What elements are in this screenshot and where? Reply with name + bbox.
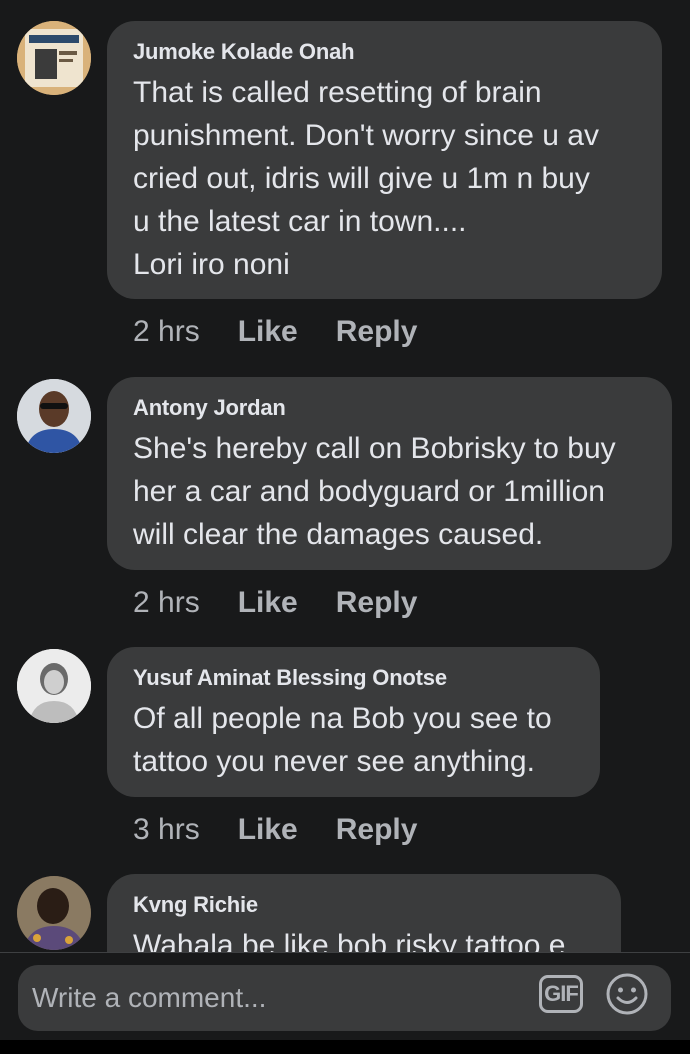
comment-text: Wahala be like bob risky tattoo e bbox=[133, 924, 595, 952]
comment-line: will clear the damages caused. bbox=[133, 518, 544, 551]
comment-line: Lori iro noni bbox=[133, 248, 290, 281]
comment-line: She's hereby call on Bobrisky to buy bbox=[133, 432, 616, 465]
avatar[interactable] bbox=[17, 379, 91, 453]
reply-button[interactable]: Reply bbox=[336, 585, 418, 621]
avatar-image bbox=[17, 21, 91, 95]
comment-time[interactable]: 3 hrs bbox=[133, 812, 200, 848]
comment-bubble[interactable]: Antony Jordan She's hereby call on Bobri… bbox=[107, 377, 672, 570]
comment-bubble[interactable]: Kvng Richie Wahala be like bob risky tat… bbox=[107, 874, 621, 952]
comment-bubble[interactable]: Yusuf Aminat Blessing Onotse Of all peop… bbox=[107, 647, 600, 797]
comment-text: Of all people na Bob you see to tattoo y… bbox=[133, 697, 574, 783]
comment-actions: 2 hrs Like Reply bbox=[133, 314, 417, 350]
comment-actions: 2 hrs Like Reply bbox=[133, 585, 417, 621]
avatar-image bbox=[17, 876, 91, 950]
reply-button[interactable]: Reply bbox=[336, 812, 418, 848]
comment-author[interactable]: Kvng Richie bbox=[133, 892, 595, 918]
comment-actions: 3 hrs Like Reply bbox=[133, 812, 417, 848]
comment-text: She's hereby call on Bobrisky to buy her… bbox=[133, 427, 646, 556]
comment-time[interactable]: 2 hrs bbox=[133, 585, 200, 621]
comment-bubble[interactable]: Jumoke Kolade Onah That is called resett… bbox=[107, 21, 662, 299]
gif-icon[interactable]: GIF bbox=[539, 975, 583, 1013]
comment-author[interactable]: Antony Jordan bbox=[133, 395, 646, 421]
system-nav-bar bbox=[0, 1040, 690, 1054]
comment-line: u the latest car in town.... bbox=[133, 205, 467, 238]
like-button[interactable]: Like bbox=[238, 585, 298, 621]
comment-text: That is called resetting of brain punish… bbox=[133, 71, 636, 286]
like-button[interactable]: Like bbox=[238, 812, 298, 848]
comment-author[interactable]: Jumoke Kolade Onah bbox=[133, 39, 636, 65]
comment-composer: Write a comment... GIF bbox=[0, 952, 690, 1041]
comment-line: her a car and bodyguard or 1million bbox=[133, 475, 605, 508]
avatar[interactable] bbox=[17, 21, 91, 95]
avatar[interactable] bbox=[17, 876, 91, 950]
avatar-image bbox=[17, 649, 91, 723]
comment-time[interactable]: 2 hrs bbox=[133, 314, 200, 350]
comment-line: cried out, idris will give u 1m n buy bbox=[133, 162, 590, 195]
emoji-icon[interactable] bbox=[605, 972, 649, 1016]
comment-line: That is called resetting of brain bbox=[133, 76, 542, 109]
like-button[interactable]: Like bbox=[238, 314, 298, 350]
reply-button[interactable]: Reply bbox=[336, 314, 418, 350]
avatar-image bbox=[17, 379, 91, 453]
comment-placeholder: Write a comment... bbox=[32, 982, 267, 1013]
comment-input[interactable]: Write a comment... GIF bbox=[18, 965, 671, 1031]
avatar[interactable] bbox=[17, 649, 91, 723]
comment-author[interactable]: Yusuf Aminat Blessing Onotse bbox=[133, 665, 574, 691]
comment-line: punishment. Don't worry since u av bbox=[133, 119, 599, 152]
comment-line: tattoo you never see anything. bbox=[133, 745, 535, 778]
comment-line: Of all people na Bob you see to bbox=[133, 702, 552, 735]
comment-line: Wahala be like bob risky tattoo e bbox=[133, 929, 566, 952]
